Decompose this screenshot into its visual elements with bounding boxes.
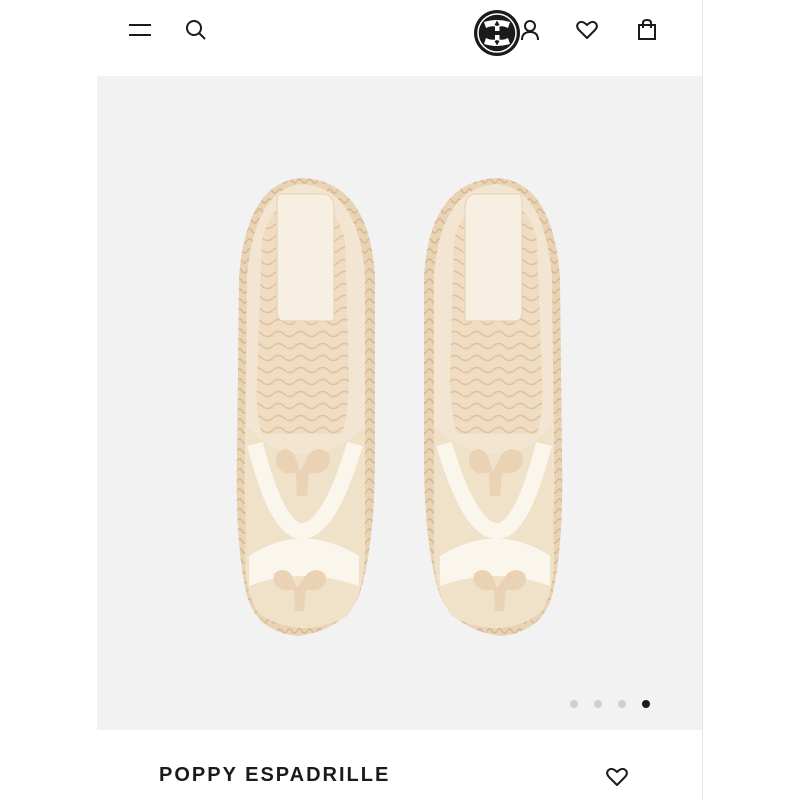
account-button[interactable] — [515, 15, 545, 45]
user-icon — [521, 20, 539, 41]
heart-icon — [576, 20, 598, 39]
right-gutter — [702, 0, 800, 800]
hamburger-menu-icon — [129, 24, 151, 36]
product-photo — [236, 178, 563, 636]
site-header — [97, 0, 702, 76]
search-button[interactable] — [181, 15, 211, 45]
carousel-dot-active[interactable] — [642, 700, 650, 708]
left-gutter — [0, 0, 97, 800]
brand-logo[interactable] — [473, 9, 521, 57]
tory-burch-t-logo-icon — [474, 10, 520, 56]
product-image-gallery[interactable] — [97, 76, 702, 730]
heart-icon — [606, 767, 628, 786]
carousel-dot[interactable] — [594, 700, 602, 708]
right-shoe — [424, 178, 563, 636]
left-shoe — [236, 178, 375, 636]
add-to-wishlist-button[interactable] — [603, 763, 631, 791]
shopping-bag-button[interactable] — [632, 15, 662, 45]
wishlist-header-button[interactable] — [572, 15, 602, 45]
product-title: POPPY ESPADRILLE — [159, 764, 391, 786]
search-icon — [186, 20, 206, 40]
carousel-dots — [570, 700, 650, 708]
carousel-dot[interactable] — [618, 700, 626, 708]
menu-button[interactable] — [125, 15, 155, 45]
carousel-dot[interactable] — [570, 700, 578, 708]
shopping-bag-icon — [638, 19, 656, 40]
